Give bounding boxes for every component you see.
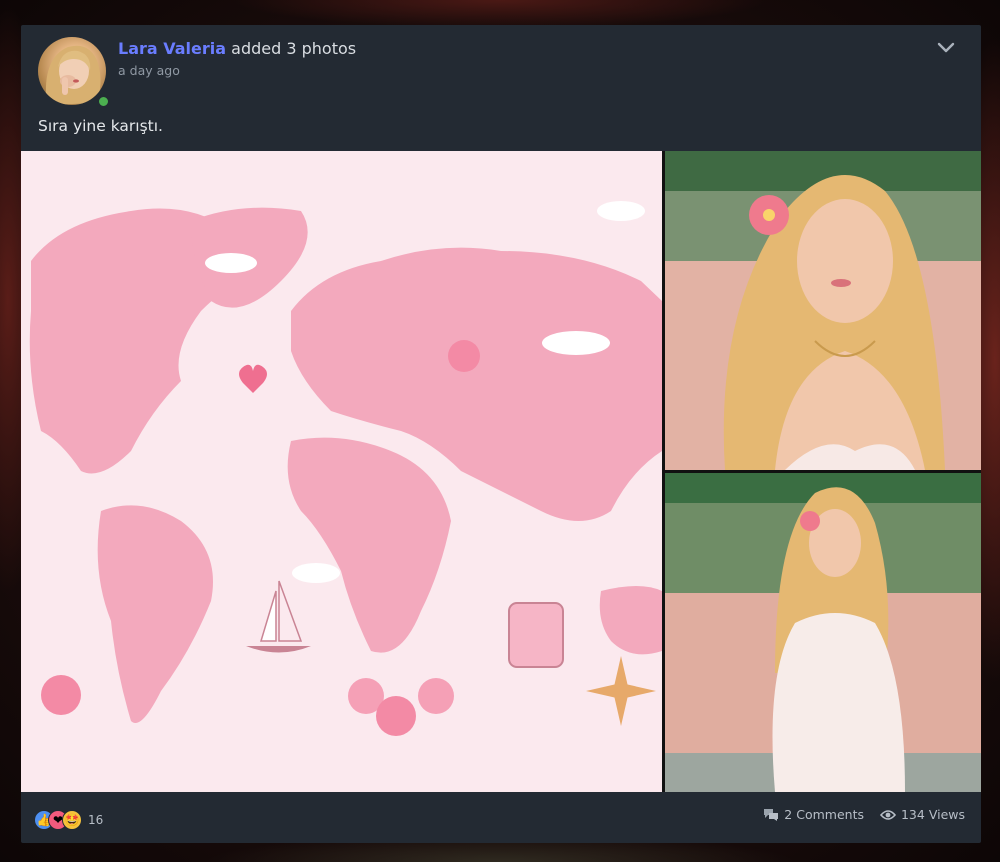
post-meta: 2 Comments 134 Views bbox=[763, 807, 965, 822]
eye-icon bbox=[879, 809, 896, 820]
post-timestamp[interactable]: a day ago bbox=[118, 63, 180, 78]
post-options-button[interactable] bbox=[933, 37, 959, 59]
sim-character-portrait-photo bbox=[665, 151, 981, 470]
views-count: 134 Views bbox=[900, 807, 965, 822]
world-map-illustration-photo bbox=[21, 151, 662, 792]
comments-count: 2 Comments bbox=[784, 807, 864, 822]
author-link[interactable]: Lara Valeria bbox=[118, 39, 226, 58]
post-title-line: Lara Valeria added 3 photos bbox=[118, 39, 356, 58]
photo-gallery bbox=[21, 151, 981, 792]
activity-post-card: Lara Valeria added 3 photos a day ago Sı… bbox=[21, 25, 981, 843]
avatar-image bbox=[38, 37, 106, 105]
comments-link[interactable]: 2 Comments bbox=[763, 807, 864, 822]
post-action-text: added 3 photos bbox=[231, 39, 357, 58]
gallery-photo-1[interactable] bbox=[21, 151, 662, 792]
post-footer: 👍 ❤ 🤩 16 2 Comments 134 Views bbox=[21, 792, 981, 843]
post-header: Lara Valeria added 3 photos a day ago Sı… bbox=[21, 25, 981, 135]
reaction-count: 16 bbox=[88, 813, 104, 827]
gallery-photo-2[interactable] bbox=[665, 151, 981, 470]
reaction-summary[interactable]: 👍 ❤ 🤩 16 bbox=[34, 809, 103, 831]
gallery-photo-3[interactable] bbox=[665, 473, 981, 792]
avatar-portrait-icon bbox=[45, 45, 101, 105]
views-count-wrap: 134 Views bbox=[879, 807, 965, 822]
sim-character-sitting-photo bbox=[665, 473, 981, 792]
comments-icon bbox=[764, 808, 779, 821]
online-status-dot bbox=[97, 95, 110, 108]
avatar[interactable] bbox=[38, 37, 110, 108]
star-struck-icon: 🤩 bbox=[62, 810, 82, 830]
post-body-text: Sıra yine karıştı. bbox=[38, 117, 163, 135]
chevron-down-icon bbox=[937, 42, 955, 53]
